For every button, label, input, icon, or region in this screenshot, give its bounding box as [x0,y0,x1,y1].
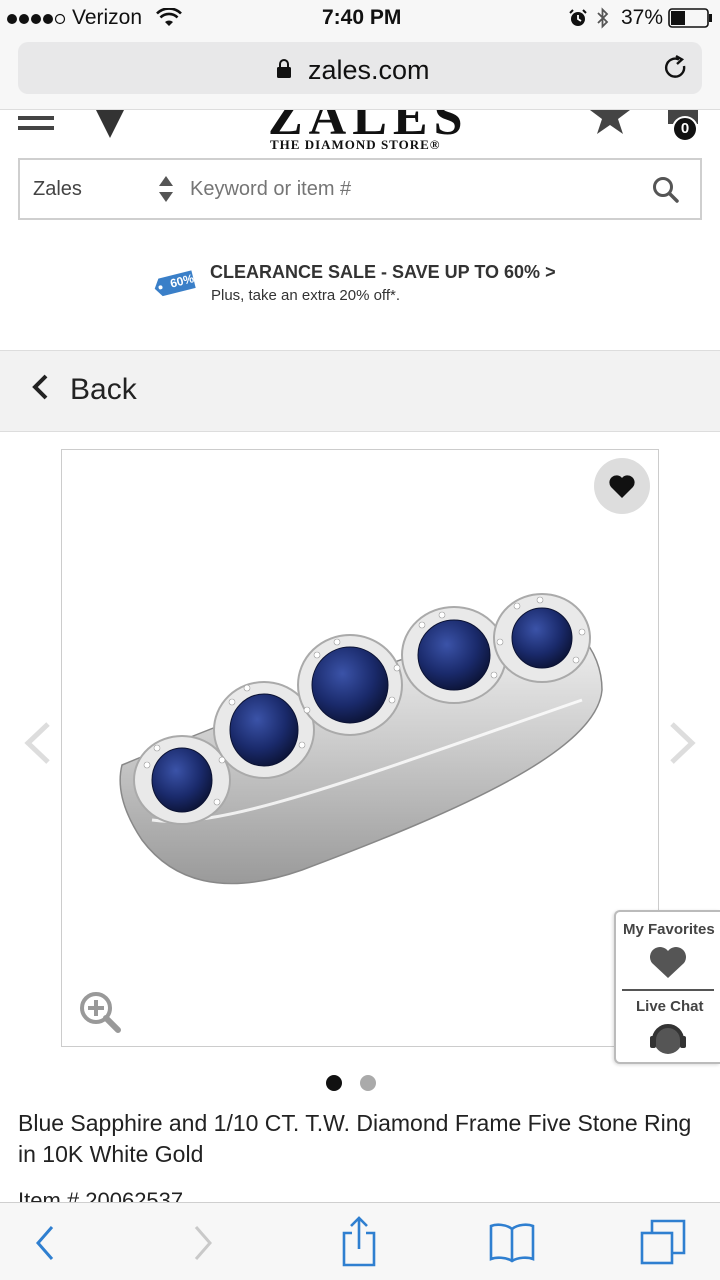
browser-forward-icon[interactable] [190,1223,218,1268]
search-input[interactable] [190,170,630,208]
heart-icon [609,475,635,498]
back-label: Back [70,373,137,406]
product-image-frame[interactable] [61,449,659,1047]
status-bar: Verizon 7:40 PM 37% [0,0,720,36]
search-icon[interactable] [652,176,680,209]
carrier-label: Verizon [72,6,143,29]
clock: 7:40 PM [322,6,402,29]
carousel-dot[interactable] [360,1075,376,1091]
search-scope-select[interactable]: Zales [33,178,82,201]
sale-tag-icon: 60% [154,266,202,305]
carousel-dot-active[interactable] [326,1075,342,1091]
bookmarks-icon[interactable] [488,1221,536,1268]
store-locator-icon[interactable] [96,110,124,145]
divider [622,989,714,991]
url-text: zales.com [308,55,430,85]
favorites-star-icon[interactable] [590,110,630,143]
zoom-icon[interactable] [78,990,122,1039]
tabs-icon[interactable] [638,1217,688,1272]
live-chat-label: Live Chat [636,998,704,1015]
back-navigation[interactable]: Back [0,350,720,432]
product-title: Blue Sapphire and 1/10 CT. T.W. Diamond … [18,1110,692,1167]
floating-helper-panel: My Favorites Live Chat [614,910,720,1064]
back-chevron-icon [30,373,50,408]
wifi-icon [156,7,182,33]
lock-icon [276,58,292,85]
product-ring-image [119,593,603,885]
next-image-arrow-icon[interactable] [666,720,702,771]
site-header: ZALES THE DIAMOND STORE® 0 [0,110,720,160]
heart-icon [650,947,686,978]
reload-icon[interactable] [662,54,690,87]
sort-arrows-icon[interactable] [158,174,174,209]
menu-icon[interactable] [18,114,54,137]
address-bar[interactable]: zales.com [18,42,702,94]
prev-image-arrow-icon[interactable] [18,720,54,771]
browser-address-area: zales.com [0,36,720,110]
live-chat-button[interactable]: Live Chat [616,992,720,1064]
headset-icon [650,1024,686,1054]
bluetooth-icon [596,6,610,35]
favorite-heart-button[interactable] [594,458,650,514]
logo-tagline: THE DIAMOND STORE® [270,137,441,152]
battery-percent: 37% [621,6,664,29]
promo-title[interactable]: CLEARANCE SALE - SAVE UP TO 60% > [210,262,556,283]
search-bar: Zales [18,158,702,220]
alarm-icon [568,8,588,33]
share-icon[interactable] [340,1215,378,1272]
promo-subtitle: Plus, take an extra 20% off*. [211,287,401,304]
my-favorites-label: My Favorites [623,921,715,938]
cart-count-badge[interactable]: 0 [672,116,698,142]
my-favorites-button[interactable]: My Favorites [616,912,720,989]
browser-back-icon[interactable] [30,1223,58,1268]
signal-icon [6,12,70,31]
battery-icon [668,8,714,33]
browser-toolbar [0,1202,720,1280]
